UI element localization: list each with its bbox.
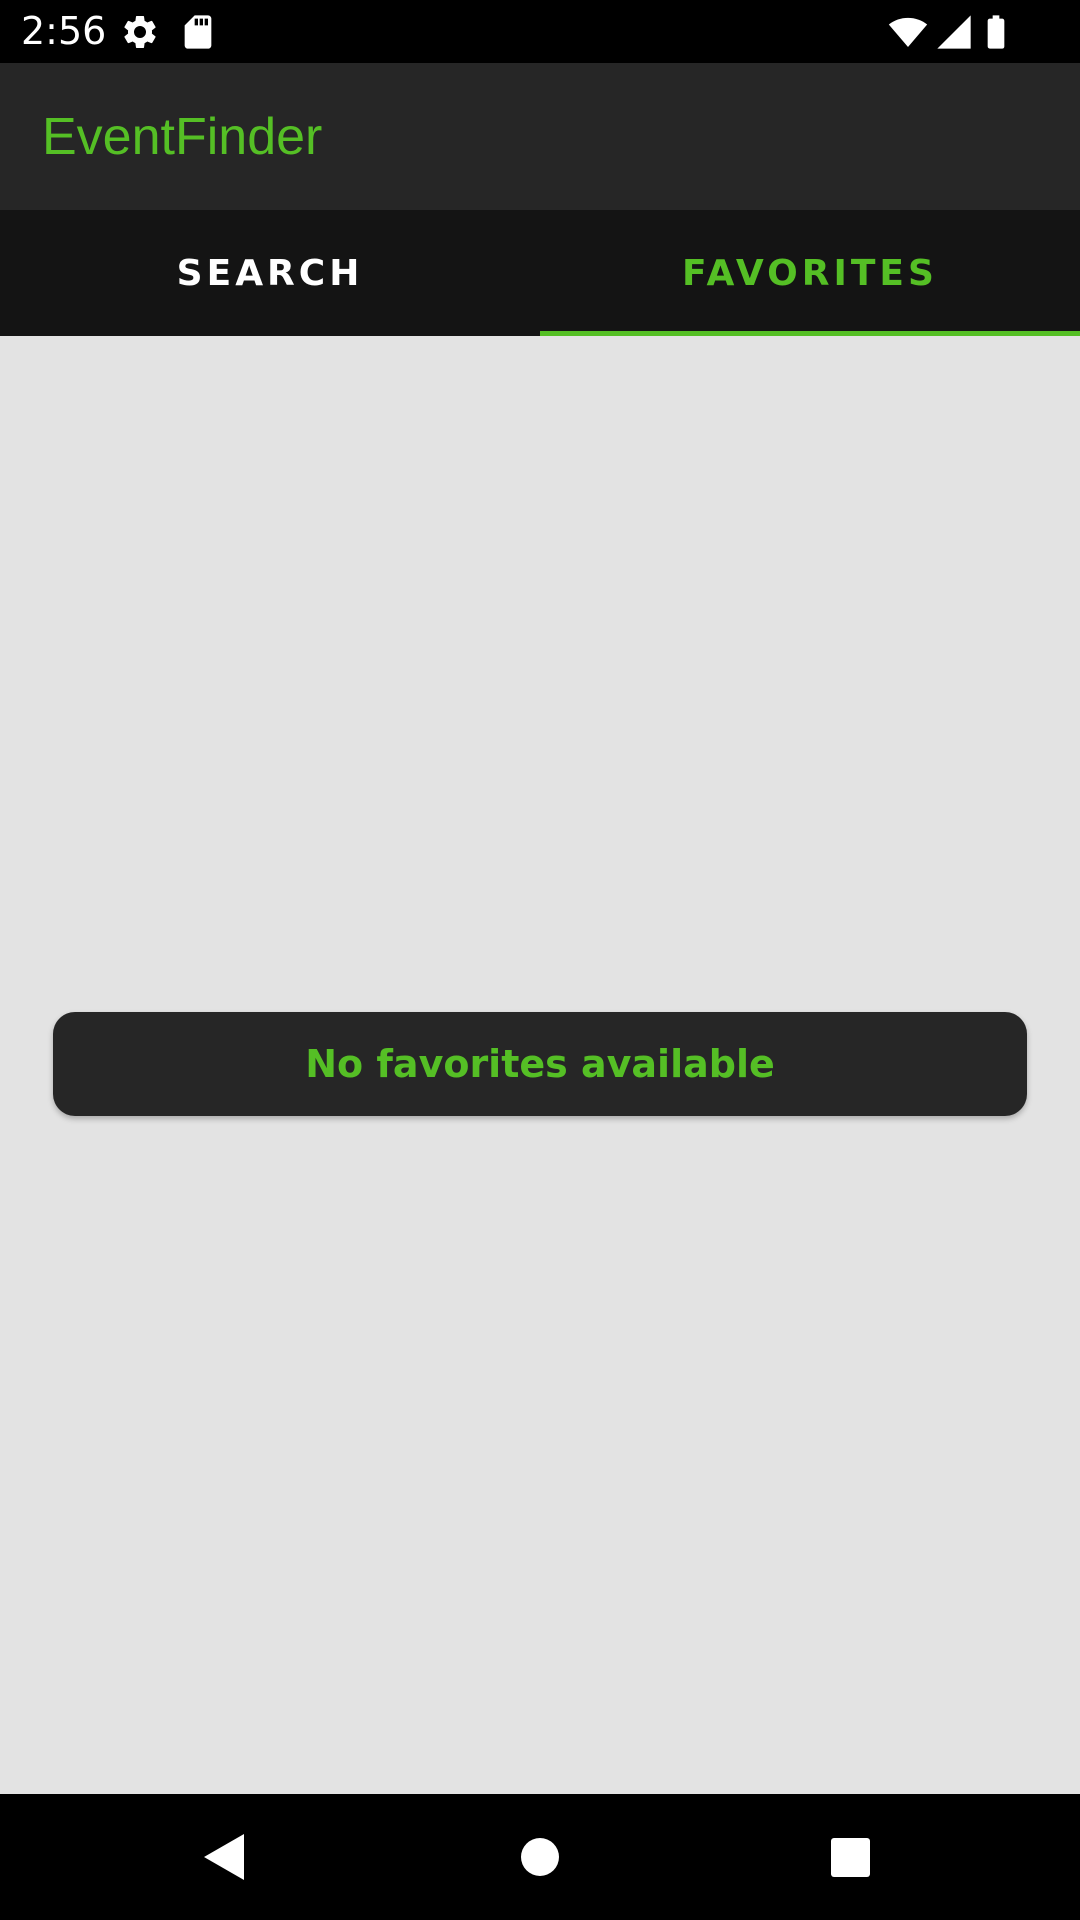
wifi-icon — [888, 17, 928, 47]
empty-state-message: No favorites available — [305, 1042, 775, 1086]
home-icon[interactable] — [505, 1822, 575, 1892]
empty-state-card: No favorites available — [53, 1012, 1027, 1116]
app-title: EventFinder — [42, 108, 323, 166]
signal-icon — [937, 15, 971, 49]
app-bar: EventFinder — [0, 63, 1080, 210]
recents-icon[interactable] — [815, 1822, 885, 1892]
tab-search-label: SEARCH — [176, 252, 364, 294]
favorites-content: No favorites available — [0, 336, 1080, 1794]
tab-search[interactable]: SEARCH — [0, 210, 540, 336]
back-icon[interactable] — [191, 1822, 261, 1892]
gear-icon — [124, 15, 156, 48]
tab-bar: SEARCH FAVORITES — [0, 210, 1080, 336]
tab-favorites-label: FAVORITES — [682, 252, 938, 294]
navigation-bar — [0, 1794, 1080, 1920]
status-bar: 2:56 — [0, 0, 1080, 63]
status-time: 2:56 — [21, 9, 107, 53]
sd-card-icon — [184, 15, 212, 49]
tab-favorites[interactable]: FAVORITES — [540, 210, 1080, 336]
battery-icon — [987, 15, 1005, 49]
